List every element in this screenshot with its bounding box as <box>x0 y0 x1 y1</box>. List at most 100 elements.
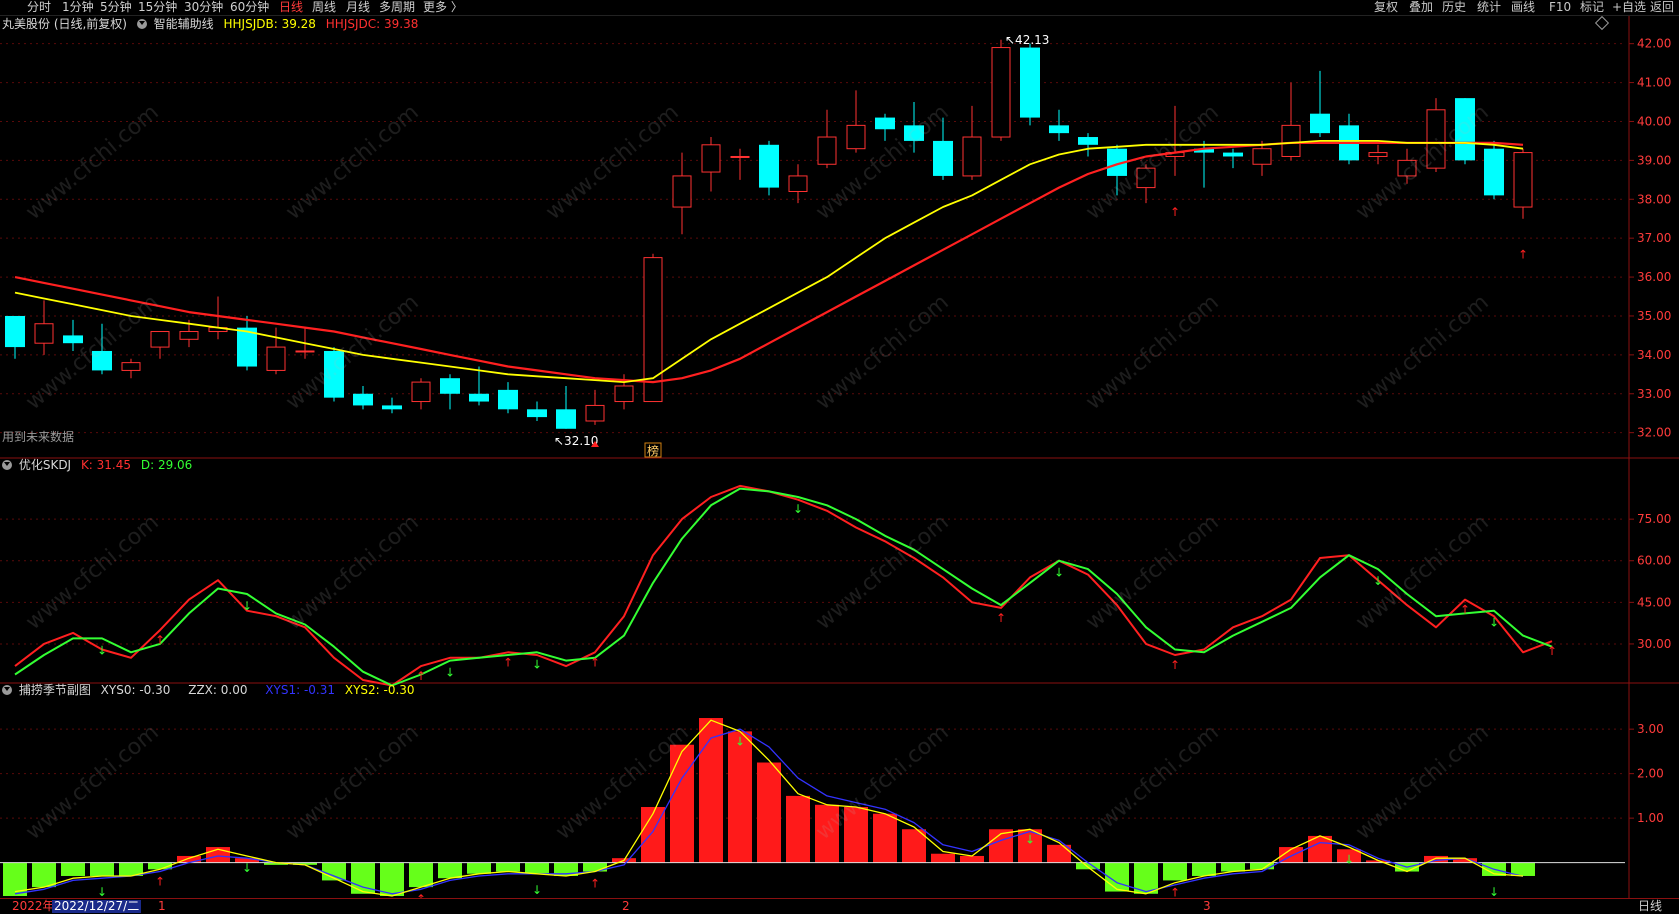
statistics-button[interactable]: 统计 <box>1477 0 1501 14</box>
candle-body <box>585 404 605 422</box>
candle-body <box>1484 148 1504 196</box>
period-tab-timeshare[interactable]: 分时 <box>27 0 51 14</box>
season-bar <box>90 862 114 876</box>
candle-body <box>1136 167 1156 189</box>
candle-body <box>527 409 547 418</box>
kdj-axis-tick-label: 75.00 <box>1637 512 1671 526</box>
candle-body <box>440 378 460 394</box>
kdj-title[interactable]: 优化SKDJ <box>19 458 71 473</box>
price-axis-tick-label: 33.00 <box>1637 387 1671 401</box>
xys1-label: XYS1: -0.31 <box>265 683 336 697</box>
candle-body <box>759 144 779 188</box>
kdj-axis-tick-label: 30.00 <box>1637 637 1671 651</box>
candle-body <box>701 144 721 173</box>
season-bar <box>670 744 694 863</box>
kdj-down-arrow-icon: ↓ <box>1373 574 1383 588</box>
season-bar <box>931 853 955 863</box>
chart-canvas[interactable]: 32.0033.0034.0035.0036.0037.0038.0039.00… <box>0 0 1679 913</box>
candle-body <box>1513 152 1533 208</box>
kdj-down-arrow-icon: ↓ <box>97 643 107 657</box>
history-button[interactable]: 历史 <box>1442 0 1466 14</box>
candle-body <box>556 409 576 429</box>
season-bar <box>409 862 433 888</box>
period-tab-multi[interactable]: 多周期 <box>379 0 415 14</box>
candle-body <box>1426 109 1446 169</box>
overlay-button[interactable]: 叠加 <box>1409 0 1433 14</box>
season-bar <box>757 762 781 863</box>
season-down-arrow-icon: ↓ <box>1025 832 1035 846</box>
candle-body <box>1223 152 1243 157</box>
season-axis-tick-label: 3.00 <box>1637 722 1664 736</box>
add-watchlist-button[interactable]: +自选 <box>1612 0 1646 14</box>
period-tab-5min[interactable]: 5分钟 <box>100 0 132 14</box>
kdj-down-arrow-icon: ↓ <box>1054 566 1064 580</box>
period-tab-more[interactable]: 更多 〉 <box>423 0 463 14</box>
kdj-down-arrow-icon: ↓ <box>445 666 455 680</box>
period-toolbar: 分时 1分钟 5分钟 15分钟 30分钟 60分钟 日线 周线 月线 多周期 更… <box>0 0 1679 16</box>
season-bar <box>1192 862 1216 876</box>
price-axis-tick-label: 42.00 <box>1637 37 1671 51</box>
kdj-k-label: K: 31.45 <box>80 458 132 472</box>
stock-title[interactable]: 丸美股份 (日线,前复权) <box>2 17 127 32</box>
kdj-d-label: D: 29.06 <box>140 458 193 472</box>
date-axis-year: 2022年 <box>12 899 55 913</box>
period-tab-monthly[interactable]: 月线 <box>346 0 370 14</box>
season-panel-header: 捕捞季节副图 XYS0: -0.30 ZZX: 0.00 XYS1: -0.31… <box>2 683 421 698</box>
back-button[interactable]: 返回 <box>1650 0 1674 14</box>
season-title[interactable]: 捕捞季节副图 <box>19 683 91 698</box>
season-bar <box>728 731 752 863</box>
season-bar <box>380 862 404 896</box>
month-label-1: 1 <box>158 899 166 913</box>
price-axis-tick-label: 32.00 <box>1637 426 1671 440</box>
season-bar <box>438 862 462 879</box>
buy-arrow-icon: ↑ <box>1518 248 1528 262</box>
season-down-arrow-icon: ↓ <box>1344 852 1354 866</box>
candle-body <box>1310 113 1330 134</box>
candle-body <box>962 136 982 177</box>
candle-body <box>498 389 518 410</box>
kdj-up-arrow-icon: ↑ <box>1170 658 1180 672</box>
season-bar <box>786 795 810 863</box>
season-menu-icon[interactable] <box>2 685 12 695</box>
indicator-menu-icon[interactable] <box>136 19 147 29</box>
period-tab-30min[interactable]: 30分钟 <box>184 0 223 14</box>
mark-button[interactable]: 标记 <box>1580 0 1604 14</box>
candle-body <box>63 335 83 344</box>
buy-arrow-icon: ↑ <box>1170 205 1180 219</box>
indicator-name[interactable]: 智能辅助线 <box>154 17 214 32</box>
period-tab-daily[interactable]: 日线 <box>279 0 303 14</box>
candle-body <box>353 393 373 406</box>
season-bar <box>815 804 839 863</box>
kdj-down-arrow-icon: ↓ <box>242 599 252 613</box>
f10-button[interactable]: F10 <box>1549 0 1571 14</box>
candle-body <box>266 346 286 371</box>
season-bar <box>844 807 868 863</box>
xys0-label: XYS0: -0.30 <box>100 683 171 697</box>
period-tab-1min[interactable]: 1分钟 <box>62 0 94 14</box>
restore-rights-button[interactable]: 复权 <box>1374 0 1398 14</box>
candle-body <box>1455 98 1475 161</box>
kdj-down-arrow-icon: ↓ <box>1489 616 1499 630</box>
period-tab-60min[interactable]: 60分钟 <box>230 0 269 14</box>
candle-body <box>1281 124 1301 157</box>
candle-body <box>150 331 170 348</box>
season-down-arrow-icon: ↓ <box>532 883 542 897</box>
candle-body <box>324 350 344 398</box>
period-tab-weekly[interactable]: 周线 <box>312 0 336 14</box>
kdj-down-arrow-icon: ↓ <box>532 657 542 671</box>
price-axis-tick-label: 40.00 <box>1637 114 1671 128</box>
kdj-menu-icon[interactable] <box>2 460 12 470</box>
candle-body <box>92 350 112 371</box>
zzx-label: ZZX: 0.00 <box>188 683 248 697</box>
draw-line-button[interactable]: 画线 <box>1511 0 1535 14</box>
candle-body <box>991 47 1011 138</box>
season-bar <box>496 862 520 872</box>
xys2-label: XYS2: -0.30 <box>344 683 415 697</box>
price-axis-tick-label: 36.00 <box>1637 270 1671 284</box>
period-label[interactable]: 日线 <box>1638 900 1662 913</box>
cursor-date: 2022/12/27/二 <box>52 899 142 913</box>
kdj-up-arrow-icon: ↑ <box>155 633 165 647</box>
price-axis-tick-label: 34.00 <box>1637 348 1671 362</box>
period-tab-15min[interactable]: 15分钟 <box>138 0 177 14</box>
kdj-panel-header: 优化SKDJ K: 31.45 D: 29.06 <box>2 458 198 473</box>
